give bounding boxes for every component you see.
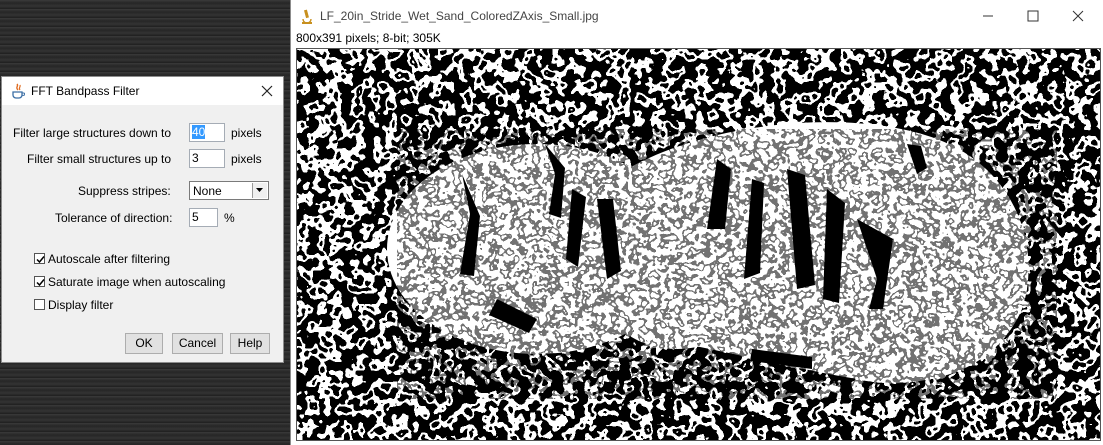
image-canvas[interactable] (296, 48, 1101, 441)
small-structures-unit: pixels (231, 152, 262, 166)
tolerance-unit: % (224, 211, 235, 225)
image-info: 800x391 pixels; 8-bit; 305K (296, 31, 441, 45)
saturate-label: Saturate image when autoscaling (48, 275, 226, 289)
tolerance-label: Tolerance of direction: (55, 211, 173, 225)
display-filter-checkbox[interactable] (34, 299, 45, 310)
chevron-down-icon (256, 188, 263, 192)
autoscale-checkbox[interactable] (34, 253, 45, 264)
suppress-stripes-select[interactable]: None (189, 181, 269, 200)
small-structures-label: Filter small structures up to (27, 152, 172, 166)
large-structures-label: Filter large structures down to (13, 126, 172, 140)
maximize-button[interactable] (1021, 6, 1045, 26)
minimize-button[interactable] (976, 6, 1000, 26)
autoscale-label: Autoscale after filtering (48, 252, 171, 266)
close-icon (1072, 10, 1084, 22)
binary-footprint-image (297, 49, 1100, 440)
ok-button[interactable]: OK (125, 333, 163, 354)
image-window-title: LF_20in_Stride_Wet_Sand_ColoredZAxis_Sma… (320, 9, 599, 23)
suppress-stripes-label: Suppress stripes: (78, 184, 171, 198)
java-icon (12, 83, 25, 99)
dialog-close-button[interactable] (257, 81, 277, 101)
display-filter-label: Display filter (48, 298, 114, 312)
close-icon (261, 85, 273, 97)
checkmark-icon (36, 256, 45, 264)
image-window: LF_20in_Stride_Wet_Sand_ColoredZAxis_Sma… (290, 0, 1103, 445)
large-structures-input[interactable]: 40 (189, 123, 225, 142)
microscope-icon (302, 9, 312, 24)
checkmark-icon (36, 279, 45, 287)
minimize-icon (983, 15, 993, 17)
large-structures-unit: pixels (231, 126, 262, 140)
close-window-button[interactable] (1066, 6, 1090, 26)
maximize-icon (1027, 10, 1039, 22)
dialog-titlebar[interactable]: FFT Bandpass Filter (2, 77, 283, 105)
fft-bandpass-dialog: FFT Bandpass Filter Filter large structu… (1, 76, 284, 363)
dialog-title: FFT Bandpass Filter (31, 84, 140, 98)
saturate-checkbox[interactable] (34, 276, 45, 287)
dropdown-arrow[interactable] (252, 183, 267, 198)
small-structures-input[interactable]: 3 (189, 149, 225, 168)
cancel-button[interactable]: Cancel (172, 333, 223, 354)
help-button[interactable]: Help (230, 333, 270, 354)
suppress-stripes-value: None (193, 184, 222, 198)
tolerance-input[interactable]: 5 (189, 208, 218, 227)
